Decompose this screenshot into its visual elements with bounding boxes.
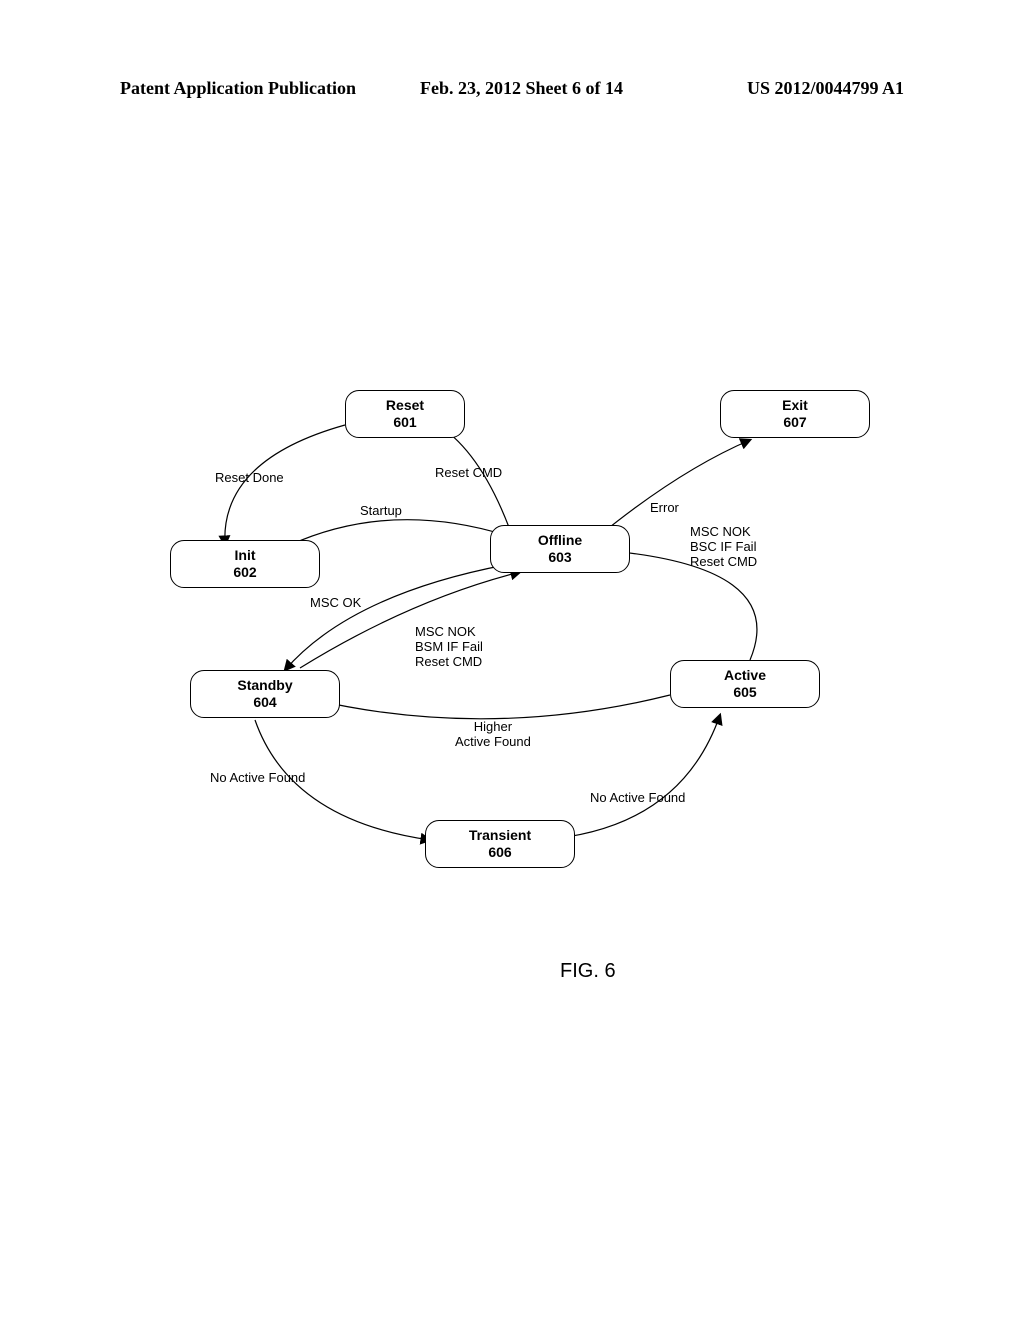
label-standby-to-offline: MSC NOKBSM IF FailReset CMD [415, 625, 483, 670]
state-num: 603 [505, 549, 615, 566]
state-title: Offline [505, 532, 615, 549]
state-num: 607 [735, 414, 855, 431]
label-active-to-offline: MSC NOKBSC IF FailReset CMD [690, 525, 757, 570]
state-title: Active [685, 667, 805, 684]
label-reset-done: Reset Done [215, 470, 284, 485]
state-init: Init 602 [170, 540, 320, 588]
state-num: 606 [440, 844, 560, 861]
state-title: Init [185, 547, 305, 564]
state-num: 605 [685, 684, 805, 701]
state-title: Exit [735, 397, 855, 414]
label-no-active-2: No Active Found [590, 790, 685, 805]
label-msc-ok: MSC OK [310, 595, 361, 610]
header-right: US 2012/0044799 A1 [747, 78, 904, 99]
state-num: 601 [360, 414, 450, 431]
state-title: Transient [440, 827, 560, 844]
state-standby: Standby 604 [190, 670, 340, 718]
state-reset: Reset 601 [345, 390, 465, 438]
state-active: Active 605 [670, 660, 820, 708]
state-num: 604 [205, 694, 325, 711]
state-num: 602 [185, 564, 305, 581]
state-title: Standby [205, 677, 325, 694]
state-diagram: Reset 601 Exit 607 Init 602 Offline 603 … [150, 370, 870, 930]
header-center: Feb. 23, 2012 Sheet 6 of 14 [420, 78, 623, 99]
label-startup: Startup [360, 503, 402, 518]
state-offline: Offline 603 [490, 525, 630, 573]
label-reset-cmd: Reset CMD [435, 465, 502, 480]
header-left: Patent Application Publication [120, 78, 356, 99]
state-transient: Transient 606 [425, 820, 575, 868]
state-exit: Exit 607 [720, 390, 870, 438]
state-title: Reset [360, 397, 450, 414]
label-no-active-1: No Active Found [210, 770, 305, 785]
figure-caption: FIG. 6 [560, 960, 616, 983]
label-higher-active: HigherActive Found [455, 720, 531, 750]
label-error: Error [650, 500, 679, 515]
